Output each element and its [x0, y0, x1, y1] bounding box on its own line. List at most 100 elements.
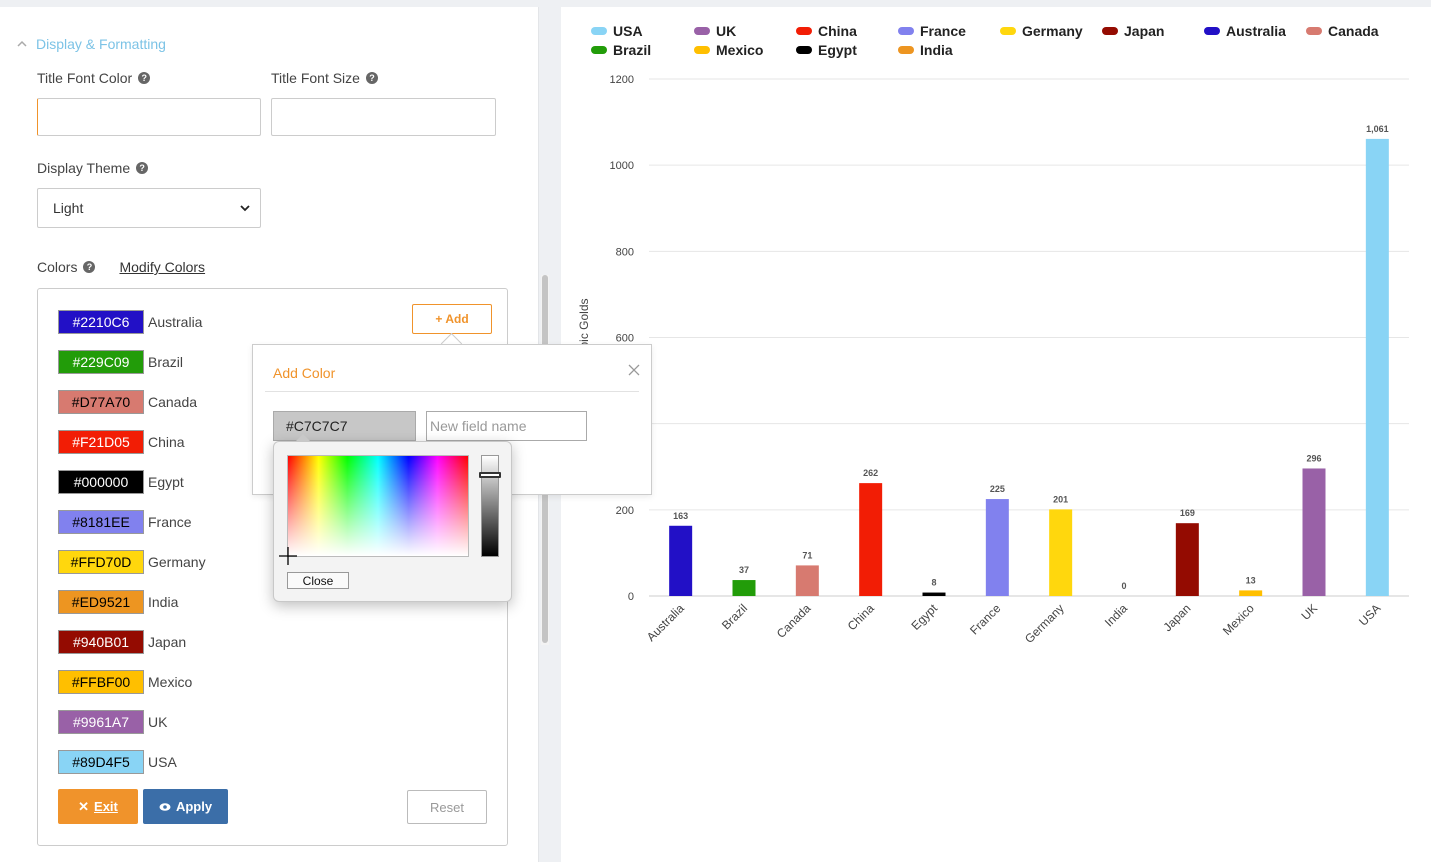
color-spectrum[interactable]: [287, 455, 469, 557]
y-tick-label: 200: [616, 505, 634, 517]
bar: [1175, 523, 1199, 596]
bar: [859, 483, 883, 596]
close-icon[interactable]: [627, 363, 641, 377]
color-swatch[interactable]: #ED9521: [58, 590, 144, 614]
color-row[interactable]: #D77A70 Canada: [58, 390, 197, 414]
eye-icon: [159, 802, 171, 811]
picker-close-button[interactable]: Close: [287, 572, 349, 589]
data-label: 262: [863, 468, 878, 478]
reset-button[interactable]: Reset: [407, 790, 487, 824]
y-tick-label: 800: [616, 246, 634, 258]
x-tick-label: USA: [1356, 601, 1383, 628]
color-swatch[interactable]: #89D4F5: [58, 750, 144, 774]
color-swatch[interactable]: #2210C6: [58, 310, 144, 334]
title-font-size-input[interactable]: [271, 98, 496, 136]
color-row[interactable]: #2210C6 Australia: [58, 310, 202, 334]
color-name: Mexico: [148, 674, 193, 690]
color-row[interactable]: #9961A7 UK: [58, 710, 167, 734]
color-swatch[interactable]: #F21D05: [58, 430, 144, 454]
help-icon[interactable]: ?: [365, 72, 378, 84]
data-label: 225: [990, 484, 1005, 494]
exit-button[interactable]: ✕ Exit: [58, 789, 138, 824]
bar-chart: 020040060080010001200Olympic Golds163Aus…: [577, 74, 1409, 646]
chevron-up-icon: [17, 40, 27, 47]
display-theme-label: Display Theme ?: [37, 160, 149, 176]
chart-panel: USA UK China France Germany Japan Australia Can…: [561, 7, 1431, 862]
x-tick-label: Japan: [1160, 601, 1193, 634]
x-tick-label: France: [967, 601, 1004, 638]
new-field-name-input[interactable]: New field name: [426, 411, 587, 441]
exit-button-label: Exit: [94, 799, 118, 814]
color-swatch[interactable]: #FFBF00: [58, 670, 144, 694]
data-label: 8: [931, 578, 936, 588]
x-tick-label: Egypt: [909, 601, 941, 633]
y-tick-label: 1200: [610, 74, 634, 86]
color-name: China: [148, 434, 185, 450]
popover-title: Add Color: [273, 365, 336, 381]
x-tick-label: Canada: [774, 601, 814, 641]
color-row[interactable]: #229C09 Brazil: [58, 350, 183, 374]
color-row[interactable]: #89D4F5 USA: [58, 750, 177, 774]
section-header[interactable]: Display & Formatting: [16, 36, 166, 52]
bar: [795, 565, 819, 596]
divider: [265, 391, 639, 392]
x-tick-label: India: [1102, 601, 1131, 630]
data-label: 296: [1306, 453, 1321, 463]
color-picker: Close: [273, 434, 512, 602]
color-swatch[interactable]: #8181EE: [58, 510, 144, 534]
colors-label: Colors ? Modify Colors: [37, 259, 205, 275]
add-color-button[interactable]: + Add: [412, 304, 492, 334]
color-row[interactable]: #FFD70D Germany: [58, 550, 206, 574]
color-name: Canada: [148, 394, 198, 410]
color-name: UK: [148, 714, 168, 730]
y-tick-label: 0: [628, 591, 634, 603]
color-row[interactable]: #8181EE France: [58, 510, 192, 534]
bar: [669, 525, 693, 596]
x-tick-label: UK: [1298, 601, 1320, 623]
colors-label-text: Colors: [37, 259, 78, 275]
color-swatch[interactable]: #9961A7: [58, 710, 144, 734]
apply-button[interactable]: Apply: [143, 789, 228, 824]
display-theme-label-text: Display Theme: [37, 160, 131, 176]
x-tick-label: Brazil: [719, 601, 750, 632]
modify-colors-link[interactable]: Modify Colors: [119, 259, 205, 275]
color-name: Egypt: [148, 474, 184, 490]
data-label: 13: [1246, 575, 1256, 585]
crosshair-icon[interactable]: [278, 546, 298, 566]
help-icon[interactable]: ?: [83, 261, 96, 273]
data-label: 201: [1053, 494, 1068, 504]
help-icon[interactable]: ?: [138, 72, 151, 84]
data-label: 1,061: [1366, 124, 1389, 134]
plus-icon: +: [435, 312, 443, 326]
display-theme-select[interactable]: Light: [37, 188, 261, 228]
bar: [1239, 590, 1263, 596]
help-icon[interactable]: ?: [136, 162, 149, 174]
bar: [1302, 468, 1326, 596]
color-row[interactable]: #F21D05 China: [58, 430, 185, 454]
title-font-size-label-text: Title Font Size: [271, 70, 360, 86]
bar: [985, 499, 1009, 596]
section-title: Display & Formatting: [36, 36, 166, 52]
add-color-button-label: Add: [445, 312, 469, 326]
color-swatch[interactable]: #D77A70: [58, 390, 144, 414]
color-swatch[interactable]: #FFD70D: [58, 550, 144, 574]
color-row[interactable]: #ED9521 India: [58, 590, 178, 614]
color-swatch[interactable]: #000000: [58, 470, 144, 494]
color-swatch[interactable]: #229C09: [58, 350, 144, 374]
y-tick-label: 600: [616, 333, 634, 345]
data-label: 163: [673, 511, 688, 521]
x-tick-label: China: [845, 601, 877, 633]
bar: [1365, 138, 1389, 596]
brightness-slider[interactable]: [481, 455, 499, 557]
bar: [1049, 509, 1073, 596]
color-row[interactable]: #000000 Egypt: [58, 470, 184, 494]
title-font-color-label-text: Title Font Color: [37, 70, 133, 86]
title-font-size-label: Title Font Size ?: [271, 70, 378, 86]
color-row[interactable]: #FFBF00 Mexico: [58, 670, 192, 694]
color-name: USA: [148, 754, 177, 770]
color-name: Japan: [148, 634, 187, 650]
title-font-color-input[interactable]: [37, 98, 261, 136]
slider-handle[interactable]: [479, 472, 501, 478]
color-swatch[interactable]: #940B01: [58, 630, 144, 654]
color-row[interactable]: #940B01 Japan: [58, 630, 186, 654]
